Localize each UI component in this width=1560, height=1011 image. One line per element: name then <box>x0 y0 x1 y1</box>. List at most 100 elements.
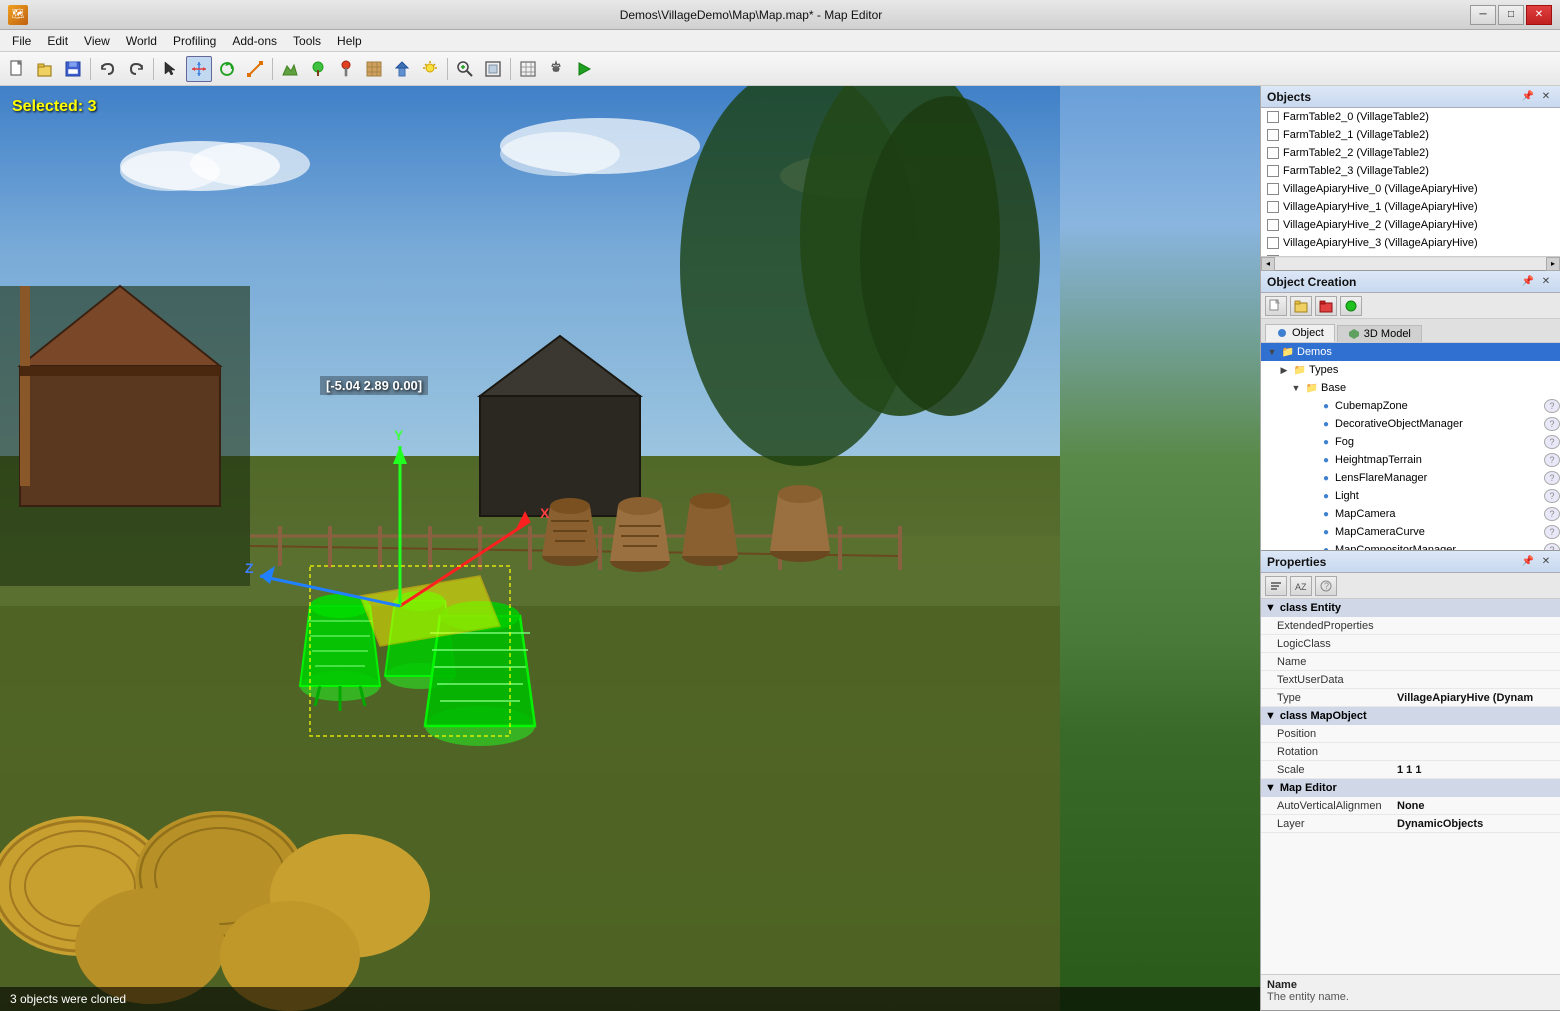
grid-button[interactable] <box>515 56 541 82</box>
menu-addons[interactable]: Add-ons <box>224 32 285 50</box>
search-zoom-button[interactable] <box>452 56 478 82</box>
prop-position: Position <box>1261 725 1560 743</box>
tab-3dmodel[interactable]: 3D Model <box>1337 325 1422 342</box>
frame-button[interactable] <box>480 56 506 82</box>
objects-panel-pin[interactable]: 📌 <box>1520 89 1536 105</box>
creation-tree[interactable]: ▼ 📁 Demos ▶ 📁 Types ▼ 📁 Base <box>1261 343 1560 550</box>
minimize-button[interactable]: ─ <box>1470 5 1496 25</box>
menu-help[interactable]: Help <box>329 32 370 50</box>
help-icon-fog[interactable]: ? <box>1544 435 1560 449</box>
menu-profiling[interactable]: Profiling <box>165 32 224 50</box>
tab-object[interactable]: Object <box>1265 324 1335 342</box>
properties-content[interactable]: ▼ class Entity ExtendedProperties LogicC… <box>1261 599 1560 974</box>
texture-button[interactable] <box>361 56 387 82</box>
list-item[interactable]: VillageApiaryHive_2 (VillageApiaryHive) <box>1261 216 1560 234</box>
tree-item-cubemapzone[interactable]: ● CubemapZone ? <box>1261 397 1560 415</box>
creation-folder-button[interactable] <box>1290 296 1312 316</box>
help-icon-cubemapzone[interactable]: ? <box>1544 399 1560 413</box>
help-icon-decorative[interactable]: ? <box>1544 417 1560 431</box>
menu-view[interactable]: View <box>76 32 118 50</box>
objects-list[interactable]: FarmTable2_0 (VillageTable2) FarmTable2_… <box>1261 108 1560 256</box>
list-item[interactable]: FarmTable2_1 (VillageTable2) <box>1261 126 1560 144</box>
object-checkbox[interactable] <box>1267 219 1279 231</box>
props-help-button[interactable]: ? <box>1315 576 1337 596</box>
tree-item-mapcompositor[interactable]: ● MapCompositorManager ? <box>1261 541 1560 550</box>
scroll-left-button[interactable]: ◂ <box>1261 257 1275 271</box>
help-icon-mapcameracurve[interactable]: ? <box>1544 525 1560 539</box>
mapobject-section-header[interactable]: ▼ class MapObject <box>1261 707 1560 725</box>
tree-item-mapcameracurve[interactable]: ● MapCameraCurve ? <box>1261 523 1560 541</box>
tree-item-mapcamera[interactable]: ● MapCamera ? <box>1261 505 1560 523</box>
help-icon-mapcompositor[interactable]: ? <box>1544 543 1560 550</box>
object-checkbox[interactable] <box>1267 165 1279 177</box>
list-item[interactable]: FarmTable2_2 (VillageTable2) <box>1261 144 1560 162</box>
prop-name: Name <box>1261 653 1560 671</box>
expander-base[interactable]: ▼ <box>1289 381 1303 395</box>
tree-item-lensflare[interactable]: ● LensFlareManager ? <box>1261 469 1560 487</box>
tree-item-light[interactable]: ● Light ? <box>1261 487 1560 505</box>
properties-panel-close[interactable]: ✕ <box>1538 554 1554 570</box>
menu-tools[interactable]: Tools <box>285 32 329 50</box>
creation-green-button[interactable] <box>1340 296 1362 316</box>
scroll-track[interactable] <box>1275 258 1546 270</box>
help-icon-light[interactable]: ? <box>1544 489 1560 503</box>
props-sort-button[interactable] <box>1265 576 1287 596</box>
terrain-button[interactable] <box>277 56 303 82</box>
creation-panel-pin[interactable]: 📌 <box>1520 274 1536 290</box>
creation-panel-close[interactable]: ✕ <box>1538 274 1554 290</box>
new-button[interactable] <box>4 56 30 82</box>
props-az-button[interactable]: AZ <box>1290 576 1312 596</box>
help-icon-mapcamera[interactable]: ? <box>1544 507 1560 521</box>
object-place-button[interactable] <box>389 56 415 82</box>
creation-new-button[interactable] <box>1265 296 1287 316</box>
menu-file[interactable]: File <box>4 32 39 50</box>
objects-horizontal-scrollbar[interactable]: ◂ ▸ <box>1261 256 1560 270</box>
list-item[interactable]: VillageApiaryHive_1 (VillageApiaryHive) <box>1261 198 1560 216</box>
object-checkbox[interactable] <box>1267 147 1279 159</box>
tree-item-demos[interactable]: ▼ 📁 Demos <box>1261 343 1560 361</box>
object-checkbox[interactable] <box>1267 201 1279 213</box>
toolbar-sep-3 <box>272 58 273 80</box>
save-button[interactable] <box>60 56 86 82</box>
list-item[interactable]: FarmTable2_3 (VillageTable2) <box>1261 162 1560 180</box>
expander-types[interactable]: ▶ <box>1277 363 1291 377</box>
tree-item-decorative[interactable]: ● DecorativeObjectManager ? <box>1261 415 1560 433</box>
properties-panel-pin[interactable]: 📌 <box>1520 554 1536 570</box>
move-button[interactable] <box>186 56 212 82</box>
light-button[interactable] <box>417 56 443 82</box>
help-icon-heightmap[interactable]: ? <box>1544 453 1560 467</box>
close-button[interactable]: ✕ <box>1526 5 1552 25</box>
play-button[interactable] <box>571 56 597 82</box>
settings-button[interactable] <box>543 56 569 82</box>
tree-item-base[interactable]: ▼ 📁 Base <box>1261 379 1560 397</box>
undo-button[interactable] <box>95 56 121 82</box>
object-checkbox[interactable] <box>1267 183 1279 195</box>
open-button[interactable] <box>32 56 58 82</box>
maximize-button[interactable]: □ <box>1498 5 1524 25</box>
scroll-right-button[interactable]: ▸ <box>1546 257 1560 271</box>
select-button[interactable] <box>158 56 184 82</box>
objects-panel-close[interactable]: ✕ <box>1538 89 1554 105</box>
object-checkbox[interactable] <box>1267 111 1279 123</box>
tree-item-types[interactable]: ▶ 📁 Types <box>1261 361 1560 379</box>
paint-button[interactable] <box>333 56 359 82</box>
menu-edit[interactable]: Edit <box>39 32 76 50</box>
foliage-button[interactable] <box>305 56 331 82</box>
redo-button[interactable] <box>123 56 149 82</box>
help-icon-lensflare[interactable]: ? <box>1544 471 1560 485</box>
entity-section-header[interactable]: ▼ class Entity <box>1261 599 1560 617</box>
rotate-button[interactable] <box>214 56 240 82</box>
creation-edit-button[interactable] <box>1315 296 1337 316</box>
viewport[interactable]: X Y Z Selected: 3 [-5.04 2.89 0.00] 3 ob… <box>0 86 1260 1011</box>
list-item[interactable]: VillageApiaryHive_3 (VillageApiaryHive) <box>1261 234 1560 252</box>
tree-item-fog[interactable]: ● Fog ? <box>1261 433 1560 451</box>
tree-item-heightmap[interactable]: ● HeightmapTerrain ? <box>1261 451 1560 469</box>
object-checkbox[interactable] <box>1267 237 1279 249</box>
expander-demos[interactable]: ▼ <box>1265 345 1279 359</box>
list-item[interactable]: VillageApiaryHive_0 (VillageApiaryHive) <box>1261 180 1560 198</box>
scale-button[interactable] <box>242 56 268 82</box>
list-item[interactable]: FarmTable2_0 (VillageTable2) <box>1261 108 1560 126</box>
mapeditor-section-header[interactable]: ▼ Map Editor <box>1261 779 1560 797</box>
object-checkbox[interactable] <box>1267 129 1279 141</box>
menu-world[interactable]: World <box>118 32 165 50</box>
